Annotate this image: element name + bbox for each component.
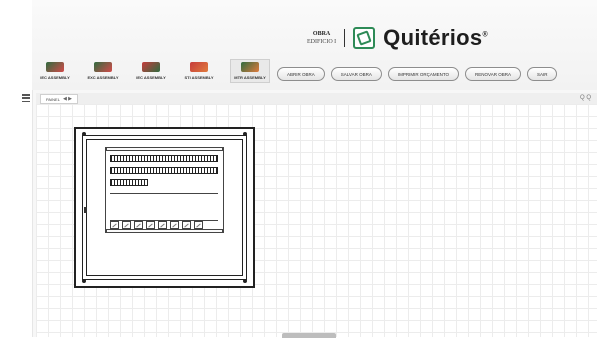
hamburger-menu-icon[interactable] [22,94,30,102]
panel-corner-screw [82,132,86,136]
tab-panel[interactable]: PAINEL ◀ ▶ [40,94,79,104]
assembly-thumb-icon [241,62,259,72]
breaker-zone [110,193,218,221]
brand-divider [344,29,346,47]
project-info: OBRA EDIFICIO I [307,31,336,45]
action-buttons: ABRIR OBRA SALVAR OBRA IMPRIMIR ORÇAMENT… [277,67,558,81]
panel-corner-screw [243,132,247,136]
obra-value: EDIFICIO I [307,39,337,45]
socket-row [110,221,203,229]
menu-bar [22,97,30,99]
menu-bar [22,94,30,96]
brand-logo-icon [353,27,376,49]
socket-icon [134,221,143,229]
assembly-label: EXC ASSEMBLY [87,75,119,80]
assembly-thumb-icon [190,62,208,72]
open-project-button[interactable]: ABRIR OBRA [277,67,325,81]
assembly-item[interactable]: STI ASSEMBLY [182,62,216,83]
brand-name: Quitérios® [383,25,488,51]
socket-icon [182,221,191,229]
exit-button[interactable]: SAIR [526,67,558,81]
assembly-thumb-icon [94,62,112,72]
brand-block: OBRA EDIFICIO I Quitérios® [307,24,488,52]
zoom-controls[interactable]: Q Q [580,95,591,101]
socket-icon [170,221,179,229]
print-budget-button[interactable]: IMPRIMIR ORÇAMENTO [387,67,460,81]
assembly-label: STI ASSEMBLY [184,75,214,80]
tab-nav-controls[interactable]: ◀ ▶ [63,96,72,102]
socket-icon [122,221,131,229]
socket-icon [194,221,203,229]
din-rail [106,229,223,233]
terminal-block-row [110,179,148,186]
electrical-panel-drawing[interactable] [74,127,255,288]
assembly-label: IEC ASSEMBLY [136,75,166,80]
registered-mark: ® [482,31,488,39]
save-project-button[interactable]: SALVAR OBRA [330,67,382,81]
socket-icon [158,221,167,229]
assembly-item-active[interactable]: MTR ASSEMBLY [230,59,270,83]
terminal-block-row [110,167,218,174]
menu-bar [22,100,30,102]
obra-label: OBRA [312,31,331,37]
bottom-handle[interactable] [282,333,336,338]
brand-name-text: Quitérios [383,25,483,50]
panel-hinge [84,207,87,213]
assembly-selector: IEC ASSEMBLY EXC ASSEMBLY IEC ASSEMBLY S… [38,59,270,83]
panel-corner-screw [243,279,247,283]
assembly-item[interactable]: IEC ASSEMBLY [38,62,72,83]
socket-icon [146,221,155,229]
din-mounting-area [105,147,224,233]
socket-icon [110,221,119,229]
assembly-label: MTR ASSEMBLY [234,75,266,80]
panel-corner-screw [82,279,86,283]
terminal-block-row [110,155,218,162]
assembly-item[interactable]: IEC ASSEMBLY [134,62,168,83]
assembly-label: IEC ASSEMBLY [40,75,70,80]
assembly-thumb-icon [142,62,160,72]
assembly-item[interactable]: EXC ASSEMBLY [86,62,120,83]
renew-project-button[interactable]: RENOVAR OBRA [465,67,521,81]
din-rail [106,147,223,151]
tab-label: PAINEL [46,96,60,102]
assembly-thumb-icon [46,62,64,72]
